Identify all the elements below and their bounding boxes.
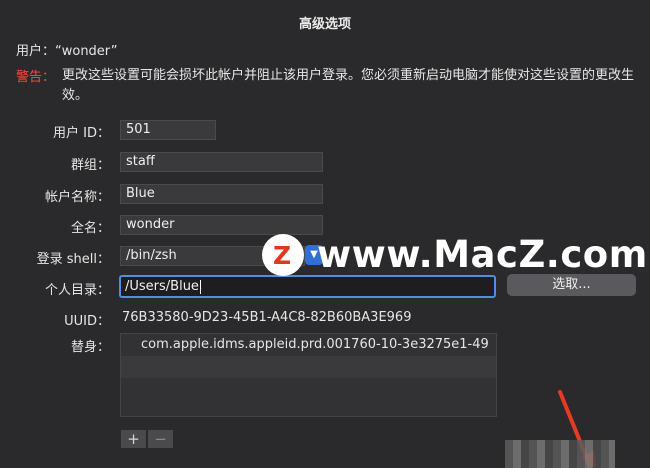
aliases-label: 替身： [70, 340, 110, 355]
account-name-label: 帐户名称： [44, 190, 110, 205]
user-id-field[interactable]: 501 [120, 120, 216, 140]
group-label: 群组： [70, 158, 110, 173]
account-name-field[interactable]: Blue [120, 184, 323, 204]
warning-label: 警告： [16, 70, 56, 85]
list-item[interactable]: com.apple.idms.appleid.prd.001760-10-3e3… [121, 334, 496, 356]
home-dir-value: /Users/Blue [125, 279, 199, 294]
watermark-badge: Z [273, 241, 292, 270]
user-line: 用户：“wonder” [16, 44, 118, 59]
user-id-label: 用户 ID： [53, 126, 110, 141]
group-field[interactable]: staff [120, 152, 323, 172]
uuid-label: UUID： [64, 314, 110, 329]
remove-alias-button[interactable]: − [148, 430, 173, 448]
watermark: Z www.MacZ.com [262, 230, 647, 282]
uuid-value: 76B33580-9D23-45B1-A4C8-82B60BA3E969 [122, 310, 412, 325]
add-alias-button[interactable]: + [121, 430, 146, 448]
aliases-list[interactable]: com.apple.idms.appleid.prd.001760-10-3e3… [120, 333, 497, 417]
list-row-empty [121, 356, 496, 378]
home-dir-label: 个人目录： [44, 283, 110, 298]
text-caret [199, 279, 201, 294]
blurred-area [505, 440, 615, 468]
dialog-title: 高级选项 [298, 17, 351, 32]
watermark-text: www.MacZ.com [317, 233, 648, 276]
login-shell-label: 登录 shell： [36, 252, 110, 267]
warning-text: 更改这些设置可能会损坏此帐户并阻止该用户登录。您必须重新启动电脑才能使对这些设置… [62, 68, 635, 103]
watermark-logo: Z [262, 234, 304, 276]
full-name-label: 全名： [70, 221, 110, 236]
list-row-empty [121, 378, 496, 400]
